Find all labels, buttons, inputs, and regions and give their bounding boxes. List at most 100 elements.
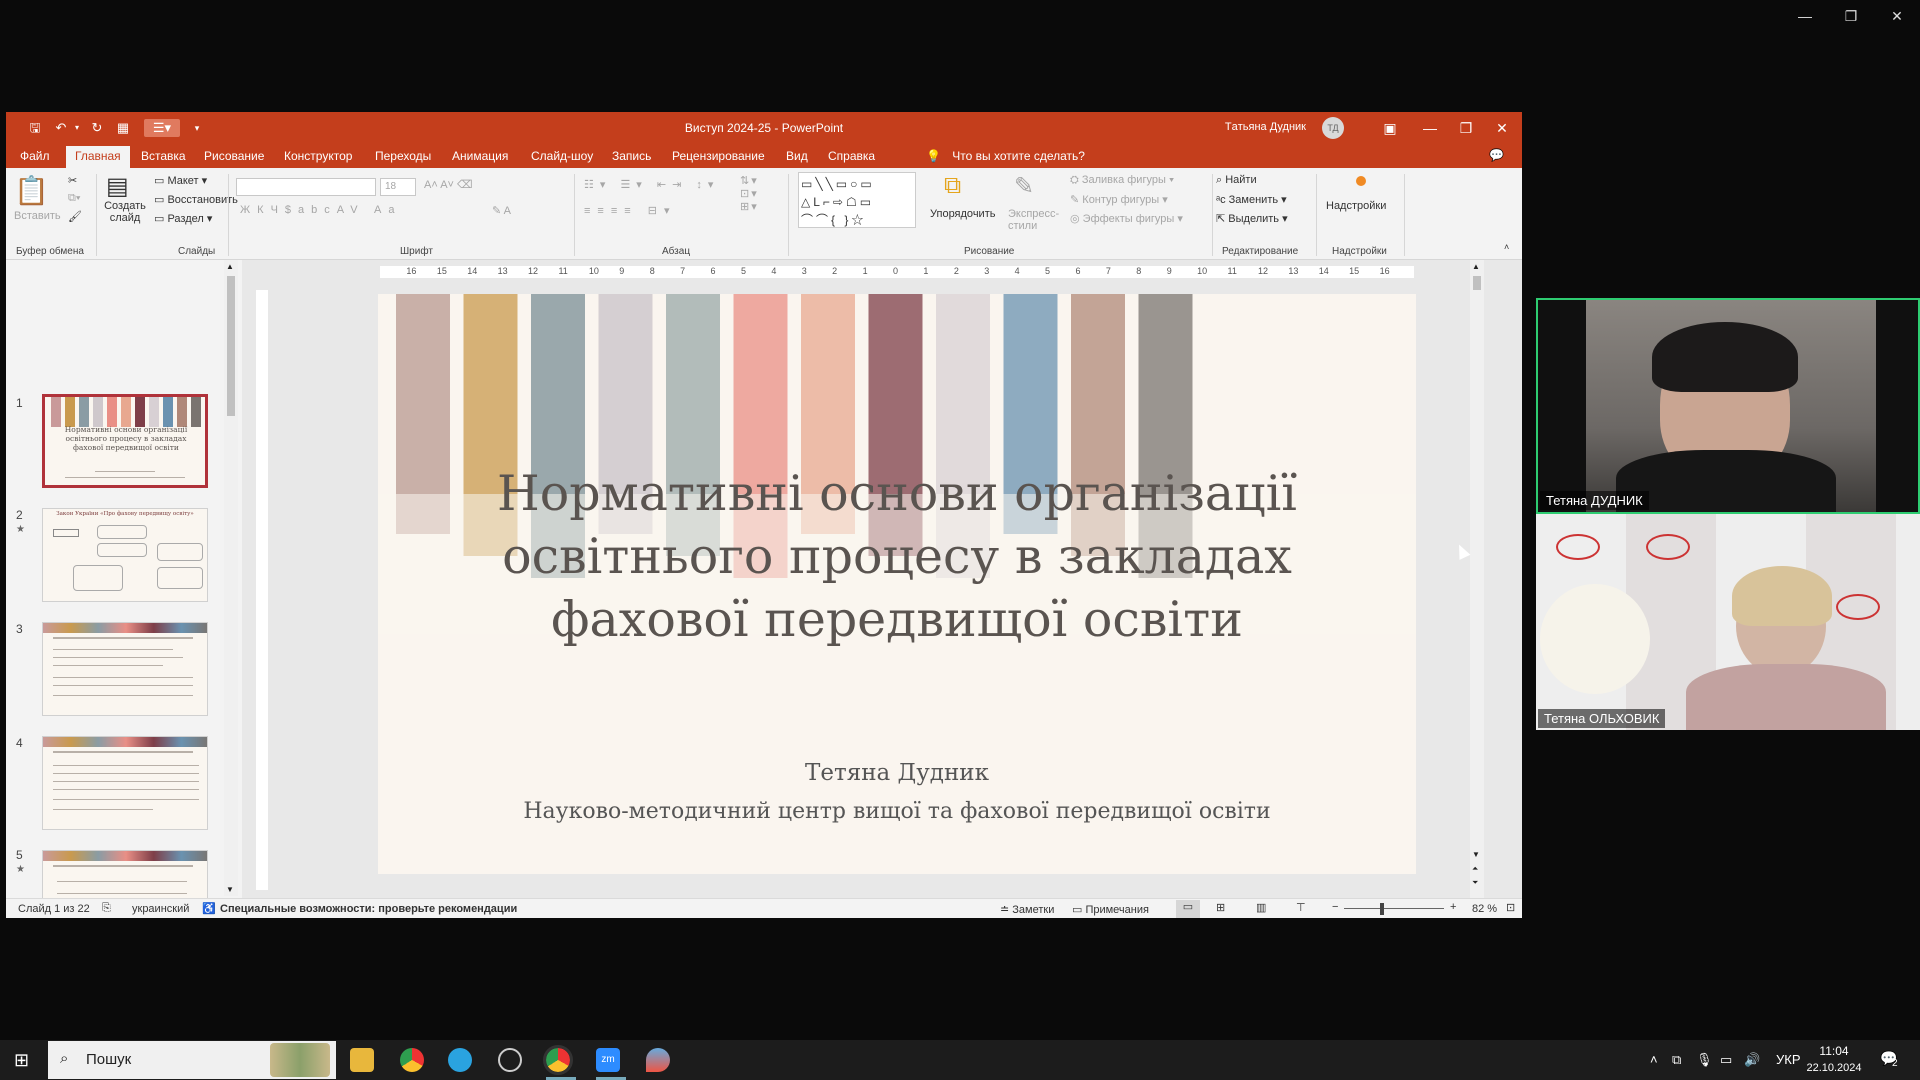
zoom-slider[interactable] [1344,908,1444,909]
shape-effects-button[interactable]: ◎ Эффекты фигуры ▾ [1070,212,1183,225]
microphone-icon[interactable]: 🎙 [1696,1052,1713,1068]
editor-scroll-thumb[interactable] [1473,276,1481,290]
copy-icon[interactable]: ⧉▾ [68,192,80,205]
slide-sorter-icon[interactable]: ⊞ [1216,901,1225,914]
font-format-icons[interactable]: ЖКЧ$abcAV Aa [240,204,402,216]
os-minimize-button[interactable]: — [1790,8,1820,32]
os-restore-button[interactable]: ❐ [1836,8,1866,32]
find-button[interactable]: ⌕ Найти [1216,174,1257,187]
arrange-icon[interactable]: ⧉ [944,172,961,200]
text-direction-icons[interactable]: ⇅▾ ⊡▾ ⊞▾ [740,174,759,213]
video-tile-speaker[interactable]: Тетяна ДУДНИК [1536,298,1920,514]
slide-organization[interactable]: Науково-методичний центр вищої та фахово… [378,799,1416,824]
normal-view-icon[interactable]: ▭ [1176,900,1200,918]
layout-button[interactable]: ▭ Макет ▾ [154,174,207,187]
scroll-up-icon[interactable]: ▲ [226,262,234,271]
new-slide-icon[interactable]: ▤ [106,172,129,201]
tab-view[interactable]: Вид [786,149,808,163]
tab-animations[interactable]: Анимация [452,149,508,163]
chrome-active-icon[interactable] [543,1045,573,1075]
paint-icon[interactable] [646,1048,670,1072]
thumbnail-slide-3[interactable] [42,622,208,716]
tab-help[interactable]: Справка [828,149,875,163]
next-slide-icon[interactable]: ⏷ [1472,878,1478,888]
close-button[interactable]: ✕ [1482,112,1522,144]
chrome-icon[interactable] [400,1048,424,1072]
addins-button[interactable]: Надстройки [1326,200,1386,212]
spellcheck-icon[interactable]: ⎘ [102,902,111,915]
reading-view-icon[interactable]: ▥ [1256,901,1266,914]
tray-chevron-icon[interactable]: ˄ [1650,1052,1658,1067]
os-close-button[interactable]: ✕ [1882,8,1912,32]
thumbnail-slide-4[interactable] [42,736,208,830]
paste-button[interactable]: Вставить [14,210,61,222]
slide-canvas[interactable]: Нормативні основи організації освітнього… [378,294,1416,874]
tab-review[interactable]: Рецензирование [672,149,765,163]
tab-slideshow[interactable]: Слайд-шоу [531,149,593,163]
thumbnail-slide-1[interactable]: Нормативні основи організації освітнього… [42,394,208,488]
taskbar-search[interactable]: ⌕ Пошук [48,1041,336,1079]
ribbon-display-icon[interactable]: ▣ [1370,112,1410,144]
tray-app-icon[interactable]: ⧉ [1672,1052,1681,1068]
font-name-field[interactable] [236,178,376,196]
restore-button[interactable]: ❐ [1446,112,1486,144]
zoom-level[interactable]: 82 % [1472,903,1497,915]
comments-icon[interactable]: 💬 [1489,148,1504,162]
windows-start-icon[interactable]: ⊞ [14,1050,29,1071]
arrange-button[interactable]: Упорядочить [930,208,995,220]
font-size-field[interactable]: 18 [380,178,416,196]
telegram-icon[interactable] [448,1048,472,1072]
slide-author[interactable]: Тетяна Дудник [378,760,1416,786]
collapse-ribbon-icon[interactable]: ˄ [1504,242,1509,252]
format-painter-icon[interactable]: 🖌 [68,210,82,223]
tell-me-search[interactable]: 💡 Что вы хотите сделать? [926,149,1085,163]
volume-icon[interactable]: 🔊 [1744,1052,1760,1068]
shape-fill-button[interactable]: ⛭ Заливка фигуры ▾ [1070,174,1174,187]
tab-file[interactable]: Файл [20,149,50,163]
obs-icon[interactable] [498,1048,522,1072]
list-icons[interactable]: ☷▾ ☰▾ ⇤⇥ ↕▾ [584,178,719,191]
horizontal-ruler[interactable]: 16 15 14 13 12 11 10 9 8 7 6 5 4 3 2 1 0 1 2 3 4 5 6 7 8 9 10 11 12 1… [380,266,1414,278]
zoom-out-icon[interactable]: − [1332,901,1338,913]
clock-time[interactable]: 11:04 [1806,1044,1862,1058]
user-avatar[interactable]: ТД [1322,117,1344,139]
reset-button[interactable]: ▭ Восстановить [154,193,238,206]
fit-slide-icon[interactable]: ⊡ [1506,901,1515,914]
language-indicator[interactable]: украинский [132,903,189,915]
quick-styles-button[interactable]: Экспресс-стили [1008,208,1060,232]
clock-date[interactable]: 22.10.2024 [1806,1062,1862,1074]
network-icon[interactable]: ▭ [1720,1052,1732,1068]
input-language[interactable]: УКР [1776,1052,1801,1067]
panel-scrollbar[interactable]: ▲ ▼ [224,260,238,896]
align-icons[interactable]: ≡≡≡≡ ⊟▾ [584,204,676,217]
new-slide-button[interactable]: Создать слайд [100,200,150,224]
prev-slide-icon[interactable]: ⏶ [1472,864,1478,874]
replace-button[interactable]: ᵃc Заменить ▾ [1216,193,1287,206]
user-name[interactable]: Тaтьяна Дудник [1225,121,1306,133]
quick-styles-icon[interactable]: ✎ [1014,172,1034,201]
vertical-ruler[interactable] [256,290,268,890]
video-tile-participant[interactable]: Тетяна ОЛЬХОВИК [1536,514,1920,730]
slideshow-view-icon[interactable]: ⊤ [1296,901,1306,914]
zoom-in-icon[interactable]: + [1450,901,1456,913]
addins-icon[interactable] [1356,176,1366,186]
tab-insert[interactable]: Вставка [141,149,186,163]
tab-home[interactable]: Главная [66,146,130,168]
grow-font-icon[interactable]: A˄ A˅ ⌫ [424,178,473,191]
panel-scroll-thumb[interactable] [227,276,235,416]
scroll-down-icon[interactable]: ▼ [226,885,234,894]
scroll-down-icon[interactable]: ▼ [1472,850,1480,859]
select-button[interactable]: ⇱ Выделить ▾ [1216,212,1288,225]
shape-outline-button[interactable]: ✎ Контур фигуры ▾ [1070,193,1168,206]
thumbnail-slide-2[interactable]: Закон України «Про фахову передвищу осві… [42,508,208,602]
slide-title[interactable]: Нормативні основи організації освітнього… [378,462,1416,651]
tab-draw[interactable]: Рисование [204,149,264,163]
tab-record[interactable]: Запись [612,149,651,163]
file-explorer-icon[interactable] [350,1048,374,1072]
zoom-slider-thumb[interactable] [1379,903,1384,915]
paste-icon[interactable]: 📋 [14,174,49,207]
shapes-gallery[interactable]: ▭╲╲▭○▭ △L⌐⇨☖▭ ⌒⌒{ }☆ [798,172,916,228]
cut-icon[interactable]: ✂ [68,174,77,187]
notes-button[interactable]: ≐ Заметки [1000,903,1054,916]
editor-scrollbar[interactable]: ▲ ▼ ⏶ ⏷ [1470,260,1484,898]
